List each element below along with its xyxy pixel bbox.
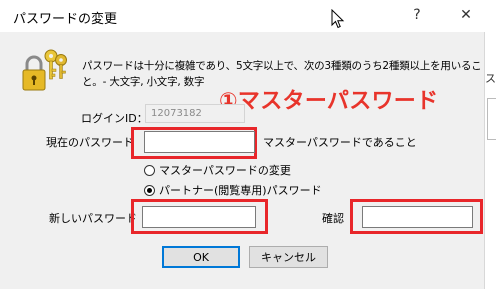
key-lock-icon <box>22 49 67 91</box>
radio-button-selected[interactable] <box>144 184 155 196</box>
radio-investor-password-label: パートナー(閲覧専用)パスワード <box>159 184 322 197</box>
close-button[interactable]: ✕ <box>452 2 480 28</box>
current-password-input[interactable] <box>144 131 255 153</box>
title-bar: パスワードの変更 ? ✕ <box>0 0 496 32</box>
login-id-value: 12073182 <box>145 104 245 123</box>
current-password-label: 現在のパスワード <box>46 136 134 149</box>
dialog-title: パスワードの変更 <box>13 12 118 27</box>
radio-master-password[interactable]: マスターパスワードの変更 <box>144 162 291 178</box>
cancel-button[interactable]: キャンセル <box>249 246 328 268</box>
annotation-master-password: ①マスターパスワード <box>219 89 439 114</box>
ok-button[interactable]: OK <box>162 246 240 268</box>
background-window-field <box>487 98 496 140</box>
confirm-password-input[interactable] <box>362 206 473 228</box>
confirm-password-label: 確認 <box>322 212 344 225</box>
change-password-dialog: パスワードの変更 ? ✕ ス パスワードは十分に複雑であり、5文字以上で、次の3… <box>0 0 496 289</box>
radio-button[interactable] <box>144 164 155 176</box>
new-password-input[interactable] <box>142 206 256 228</box>
login-id-label: ログインID： <box>81 112 148 125</box>
radio-master-password-label: マスターパスワードの変更 <box>159 164 291 177</box>
mouse-cursor-icon <box>331 9 345 29</box>
radio-investor-password[interactable]: パートナー(閲覧専用)パスワード <box>144 182 322 198</box>
background-window-text: ス <box>485 72 496 85</box>
current-password-hint: マスターパスワードであること <box>263 136 417 149</box>
new-password-label: 新しいパスワード <box>49 212 137 225</box>
help-button[interactable]: ? <box>403 2 431 28</box>
